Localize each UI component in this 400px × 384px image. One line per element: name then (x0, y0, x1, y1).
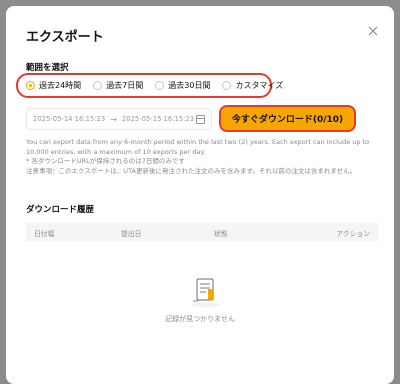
column-header: アクション (336, 230, 370, 238)
radio-30d[interactable]: 過去30日間 (155, 80, 210, 91)
export-dialog: エクスポート 範囲を選択 過去24時間 過去7日間 過去30日間 カスタマイズ … (6, 6, 394, 384)
dialog-title: エクスポート (26, 30, 104, 45)
radio-24h[interactable]: 過去24時間 (26, 80, 81, 91)
empty-document-icon (192, 278, 220, 308)
radio-dot (26, 81, 35, 90)
radio-dot (93, 81, 103, 90)
date-range-picker[interactable]: 2025-05-14 16:15:23 → 2025-05-15 16:15:2… (26, 108, 212, 130)
note-line: 注意事項：このエクスポートは、UTA更新後に発注された注文のみを含みます。それ以… (26, 166, 357, 175)
range-label: 範囲を選択 (26, 63, 69, 73)
start-date: 2025-05-14 16:15:23 (33, 115, 106, 123)
radio-7d[interactable]: 過去7日間 (93, 80, 143, 91)
history-table-header: 日付幅 提出日 状態 アクション (26, 223, 378, 241)
end-date: 2025-05-15 16:15:23 (121, 115, 195, 123)
history-title: ダウンロード履歴 (26, 205, 95, 215)
radio-label: 過去30日間 (168, 81, 211, 90)
column-header: 状態 (214, 230, 228, 238)
radio-label: 過去24時間 (39, 81, 82, 90)
range-radio-group: 過去24時間 過去7日間 過去30日間 カスタマイズ (16, 73, 283, 98)
close-icon[interactable] (366, 24, 380, 38)
note-line: You can export data from any 6-month per… (26, 138, 370, 156)
radio-custom[interactable]: カスタマイズ (222, 80, 283, 91)
calendar-icon (196, 114, 205, 124)
radio-label: カスタマイズ (235, 81, 284, 90)
export-notes: You can export data from any 6-month per… (26, 138, 382, 176)
radio-dot (155, 81, 165, 90)
note-line: * 各ダウンロードURLが保持されるのは7日間のみです (26, 157, 185, 165)
empty-state-text: 記録が見つかりません (165, 315, 235, 323)
radio-label: 過去7日間 (106, 81, 144, 90)
radio-dot (222, 81, 232, 90)
column-header: 日付幅 (34, 230, 55, 238)
arrow-right-icon: → (110, 114, 117, 124)
column-header: 提出日 (121, 230, 142, 238)
download-now-button[interactable]: 今すぐダウンロード(0/10) (219, 105, 356, 132)
